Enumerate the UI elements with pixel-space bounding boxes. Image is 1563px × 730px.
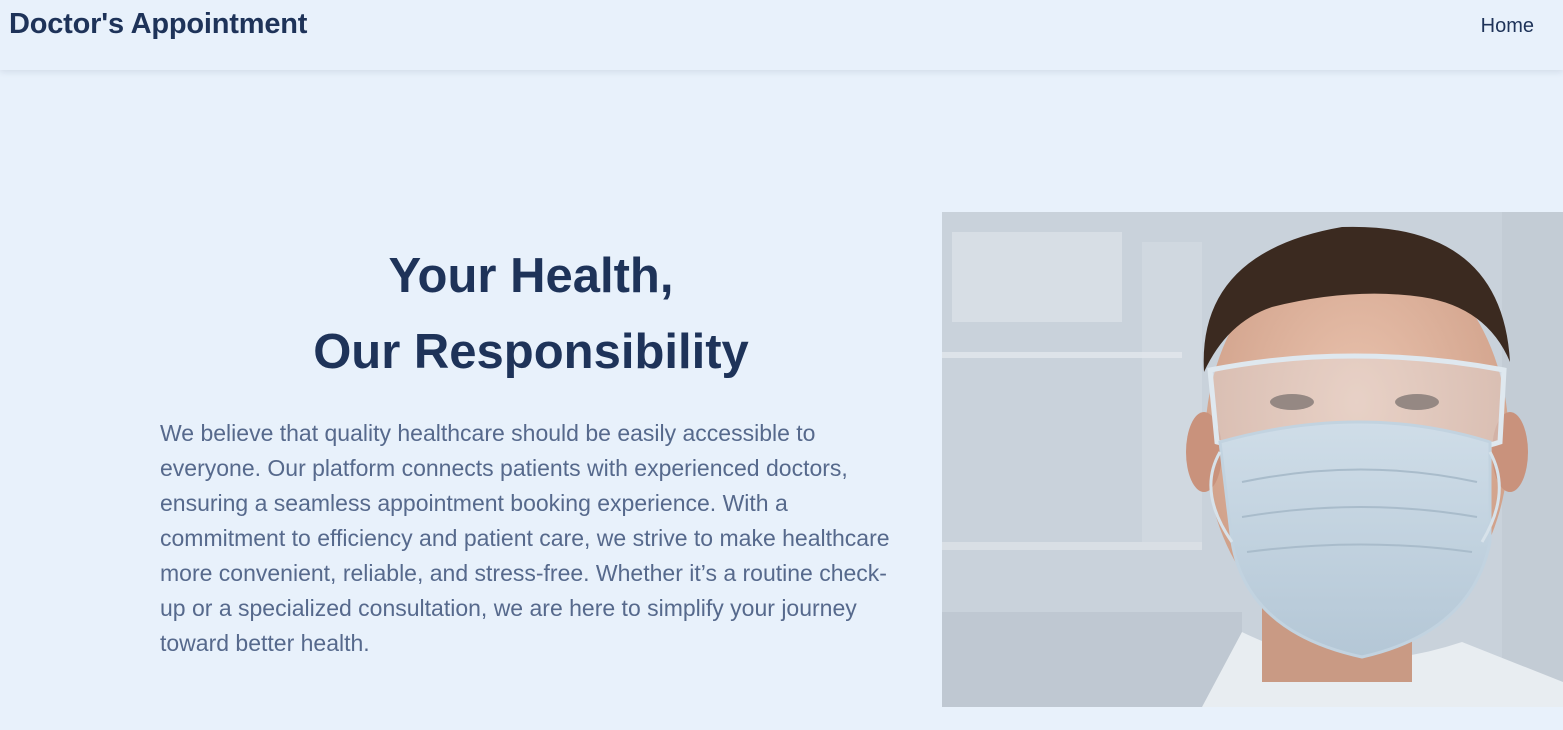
hero-title-line1: Your Health,: [388, 249, 674, 303]
hero-description: We believe that quality healthcare shoul…: [160, 420, 890, 656]
nav-link-home[interactable]: Home: [1481, 15, 1534, 38]
hero-title: Your Health, Our Responsibility: [160, 238, 902, 390]
doctor-portrait-image: [942, 212, 1563, 707]
hero-section: Your Health, Our Responsibility We belie…: [0, 70, 1563, 730]
navbar: Doctor's Appointment Home: [0, 0, 1563, 70]
hero-title-line2: Our Responsibility: [313, 325, 749, 379]
brand-logo-text[interactable]: Doctor's Appointment: [9, 8, 307, 41]
